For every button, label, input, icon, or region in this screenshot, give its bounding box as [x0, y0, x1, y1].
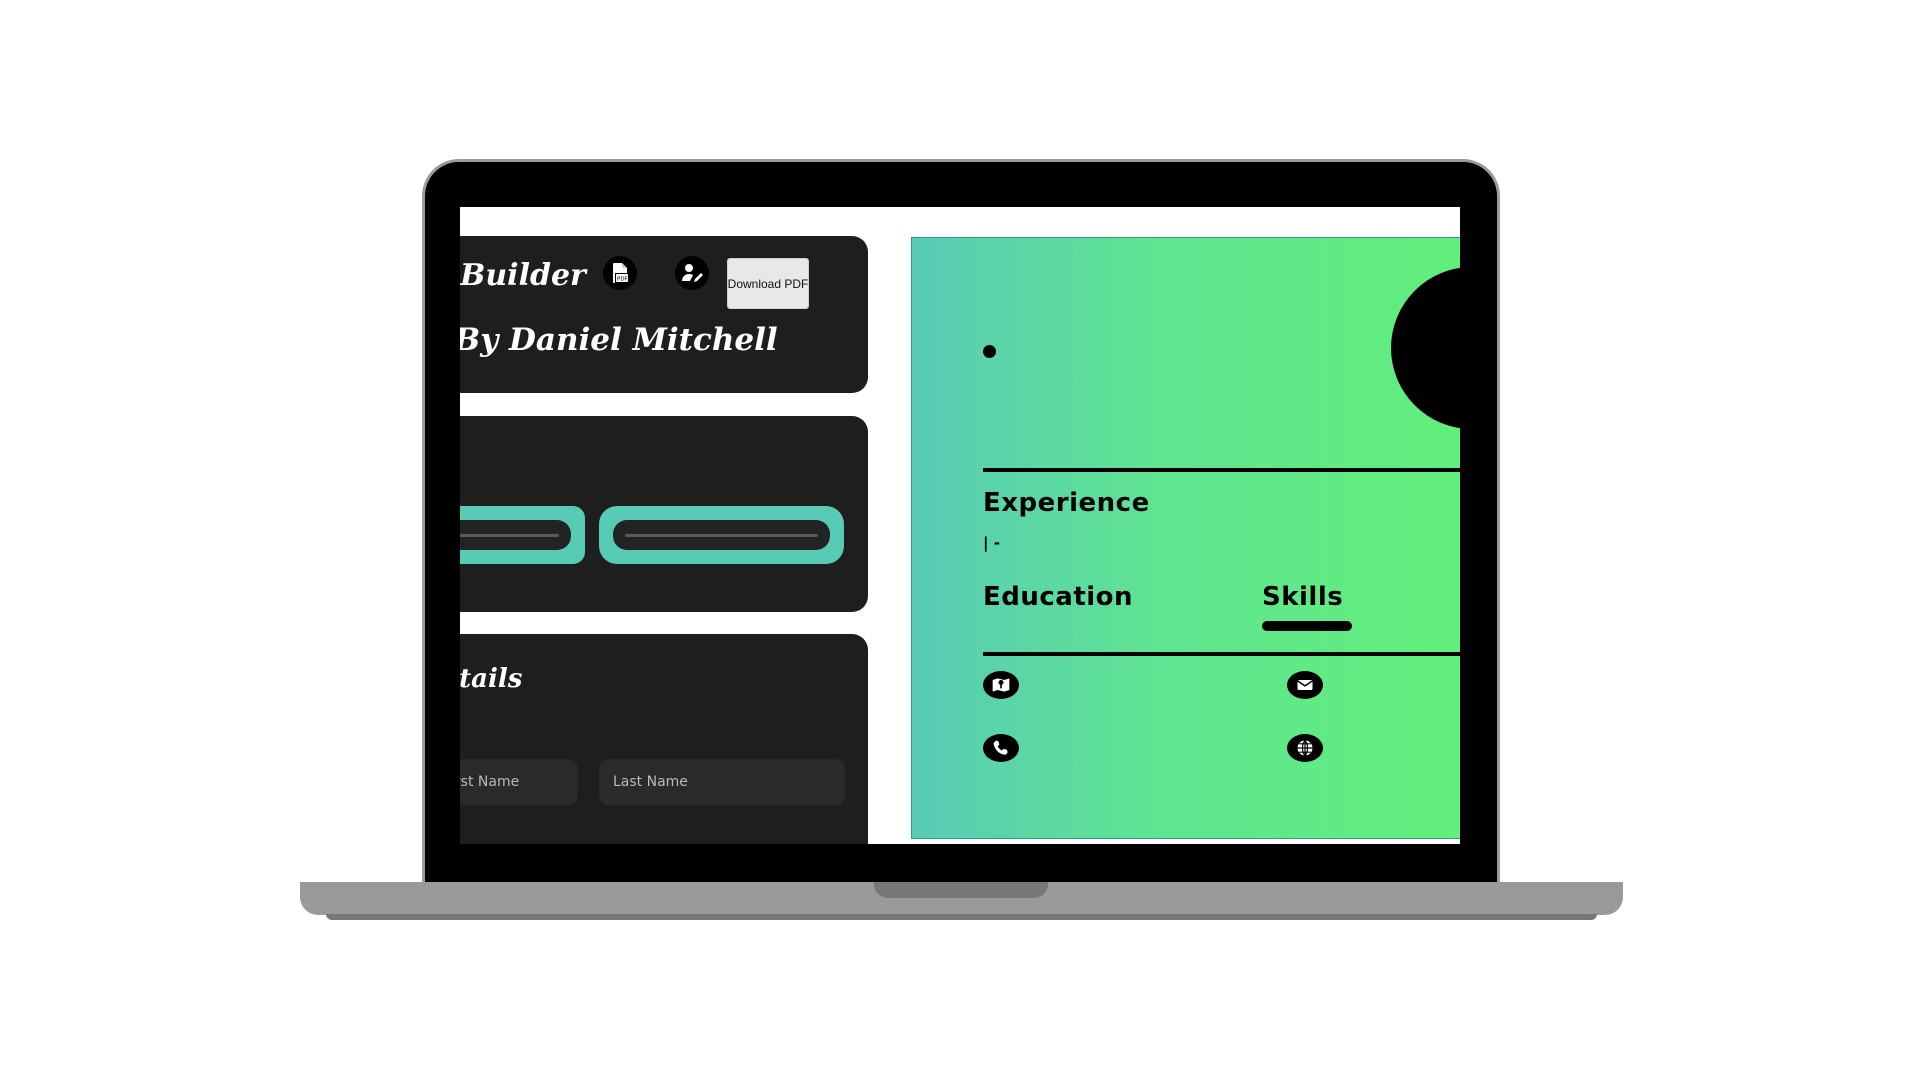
last-name-input[interactable]	[599, 759, 845, 805]
experience-heading: Experience	[983, 488, 1150, 518]
template-option[interactable]	[599, 506, 844, 564]
resume-preview: Experience | - Education Skills	[911, 237, 1460, 839]
user-edit-icon[interactable]	[675, 256, 709, 290]
editor-template-panel	[460, 416, 868, 612]
pdf-icon[interactable]: PDF	[603, 256, 637, 290]
skills-underline	[1262, 621, 1352, 631]
skills-heading: Skills	[1262, 582, 1344, 612]
editor-form-panel: Details	[460, 634, 868, 844]
app-title: Builder	[460, 258, 586, 293]
template-option-inner	[613, 520, 830, 550]
email-icon	[1287, 671, 1323, 699]
section-divider	[983, 468, 1460, 472]
phone-icon	[983, 734, 1019, 762]
laptop-lid: Builder PDF Download PDF By Daniel Mitch…	[425, 162, 1497, 894]
browser-viewport: Builder PDF Download PDF By Daniel Mitch…	[460, 207, 1460, 844]
avatar	[1391, 267, 1460, 429]
form-section-heading: Details	[460, 664, 523, 694]
svg-text:PDF: PDF	[617, 277, 628, 283]
globe-icon	[1287, 734, 1323, 762]
laptop-notch	[874, 882, 1048, 898]
download-pdf-button[interactable]: Download PDF	[727, 258, 809, 309]
template-option-inner	[460, 520, 571, 550]
laptop-foot	[326, 914, 1597, 920]
education-heading: Education	[983, 582, 1134, 612]
name-bullet	[983, 345, 996, 358]
app-author: By Daniel Mitchell	[460, 322, 778, 358]
section-divider	[983, 652, 1460, 656]
first-name-input[interactable]	[460, 759, 578, 805]
experience-entry: | -	[983, 534, 1000, 552]
map-icon	[983, 671, 1019, 699]
editor-header-panel: Builder PDF Download PDF By Daniel Mitch…	[460, 236, 868, 393]
template-option[interactable]	[460, 506, 585, 564]
